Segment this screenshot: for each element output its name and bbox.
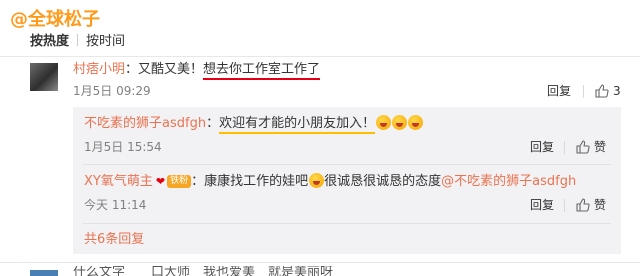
comment-highlighted-text: 想去你工作室工作了 [203, 62, 321, 80]
action-divider [564, 199, 565, 212]
like-button[interactable]: 赞 [576, 139, 606, 155]
like-label: 赞 [594, 198, 607, 212]
thumbs-up-icon [576, 198, 590, 212]
reply-button[interactable]: 回复 [530, 139, 554, 155]
like-button[interactable]: 3 [595, 83, 621, 99]
reply-divider [83, 223, 611, 224]
reply-thread: 不吃素的狮子asdfgh：欢迎有才能的小朋友加入！ 1月5日 15:54 回复 … [73, 107, 621, 254]
like-count: 3 [613, 84, 621, 98]
comment-colon: ： [125, 62, 139, 77]
action-divider [564, 141, 565, 154]
sort-tabs: 按热度 按时间 [30, 32, 125, 52]
tab-divider [77, 34, 79, 46]
reply-colon: ： [206, 116, 220, 131]
header-divider [0, 56, 640, 57]
reply-body-continued: 很诚恳很诚恳的态度 [324, 174, 442, 189]
laugh-cry-emoji [309, 173, 325, 188]
reply-button[interactable]: 回复 [530, 197, 554, 213]
reply-highlighted-text: 欢迎有才能的小朋友加入！ [219, 116, 376, 134]
laugh-cry-emoji [392, 115, 408, 130]
reply-timestamp: 1月5日 15:54 [84, 140, 162, 154]
comment-username[interactable]: 村痞小明 [73, 62, 125, 77]
next-comment-preview: 什么文字 口大师 我也爱美 就是美丽呀 [73, 266, 334, 276]
action-divider [583, 85, 584, 98]
laugh-cry-emoji [376, 115, 392, 130]
reply-divider [83, 164, 611, 165]
like-button[interactable]: 赞 [576, 197, 606, 213]
reply-username[interactable]: XY氧气萌主 [84, 174, 153, 189]
laugh-cry-emoji [408, 115, 424, 130]
view-all-replies-link[interactable]: 共6条回复 [84, 232, 144, 248]
reply-body: 康康找工作的娃吧 [204, 174, 309, 189]
like-label: 赞 [594, 140, 607, 154]
reply-text: 不吃素的狮子asdfgh：欢迎有才能的小朋友加入！ [84, 114, 424, 134]
thumbs-up-icon [595, 84, 609, 98]
comment-text: 村痞小明：又酷又美！想去你工作室工作了 [73, 60, 321, 80]
mention-link[interactable]: @不吃素的狮子asdfgh [441, 174, 576, 189]
reply-text: XY氧气萌主 ❤ 铁粉 ：康康找工作的娃吧 很诚恳很诚恳的态度@不吃素的狮子asdfgh [84, 172, 576, 192]
page-title[interactable]: @全球松子 [10, 6, 100, 34]
reply-colon: ： [191, 174, 205, 189]
comment-timestamp: 1月5日 09:29 [73, 84, 151, 98]
comment-divider [0, 262, 640, 263]
tab-sort-by-time[interactable]: 按时间 [86, 34, 125, 49]
avatar[interactable] [30, 270, 58, 276]
reply-button[interactable]: 回复 [547, 83, 571, 99]
heart-icon: ❤ [155, 175, 166, 188]
fan-badge: 铁粉 [167, 175, 192, 188]
comment-body: 又酷又美！ [138, 62, 204, 77]
reply-username[interactable]: 不吃素的狮子asdfgh [84, 116, 206, 131]
tab-sort-by-hot[interactable]: 按热度 [30, 34, 69, 49]
reply-timestamp: 今天 11:14 [84, 198, 147, 212]
thumbs-up-icon [576, 140, 590, 154]
avatar[interactable] [30, 63, 58, 91]
